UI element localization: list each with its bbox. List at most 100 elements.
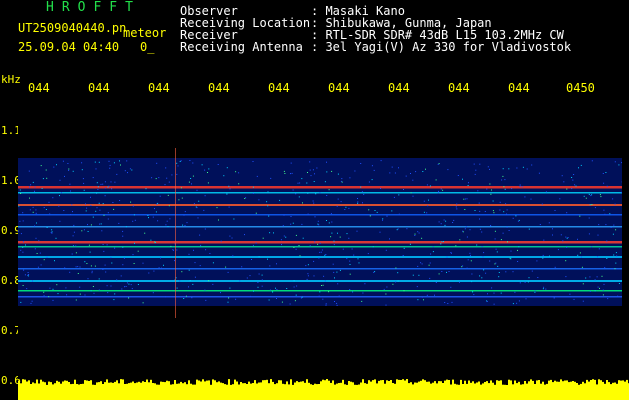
signal-level-spike — [58, 381, 60, 387]
noise-speck — [105, 271, 107, 273]
noise-speck — [314, 216, 316, 218]
noise-speck — [192, 283, 194, 285]
noise-speck — [19, 189, 21, 191]
noise-speck — [309, 169, 311, 171]
signal-level-spike — [480, 384, 482, 387]
noise-speck — [98, 161, 100, 163]
noise-speck — [189, 280, 191, 281]
signal-level-spike — [518, 381, 520, 387]
signal-level-spike — [620, 380, 622, 387]
signal-level-spike — [556, 381, 558, 387]
noise-speck — [346, 258, 348, 260]
signal-level-spike — [462, 384, 464, 387]
noise-speck — [45, 209, 47, 210]
signal-level-spike — [132, 381, 134, 387]
signal-level-spike — [150, 379, 152, 387]
noise-speck — [614, 203, 616, 205]
noise-speck — [457, 175, 459, 176]
noise-speck — [410, 173, 411, 174]
noise-speck — [421, 296, 423, 298]
noise-speck — [309, 245, 311, 247]
noise-speck — [110, 285, 112, 287]
noise-speck — [456, 208, 458, 210]
signal-level-spike — [572, 381, 574, 387]
signal-level-spike — [520, 384, 522, 387]
signal-level-spike — [384, 383, 386, 387]
signal-level-spike — [314, 383, 316, 387]
noise-speck — [363, 193, 365, 195]
noise-speck — [198, 200, 200, 202]
noise-speck — [92, 177, 94, 179]
noise-speck — [566, 237, 568, 239]
noise-speck — [450, 252, 452, 254]
noise-speck — [37, 266, 39, 268]
noise-speck — [283, 235, 285, 237]
signal-level-spike — [570, 381, 572, 387]
signal-level-spike — [434, 381, 436, 387]
noise-speck — [417, 231, 419, 233]
noise-speck — [137, 250, 139, 252]
noise-speck — [317, 243, 319, 245]
signal-level-spike — [492, 382, 494, 387]
noise-speck — [372, 246, 374, 248]
noise-speck — [466, 267, 468, 269]
signal-level-spike — [78, 384, 80, 387]
noise-speck — [90, 265, 92, 267]
noise-speck — [334, 301, 335, 302]
noise-speck — [180, 160, 182, 162]
noise-speck — [601, 275, 603, 277]
noise-speck — [606, 258, 608, 259]
noise-speck — [34, 248, 36, 250]
noise-speck — [118, 222, 120, 224]
noise-speck — [199, 234, 201, 236]
signal-level-spike — [232, 384, 234, 387]
noise-speck — [28, 170, 30, 172]
noise-speck — [306, 182, 308, 184]
noise-speck — [296, 285, 298, 287]
noise-speck — [437, 163, 439, 165]
noise-speck — [249, 295, 251, 297]
noise-speck — [371, 179, 373, 181]
noise-speck — [90, 205, 92, 206]
noise-speck — [415, 171, 417, 173]
noise-speck — [391, 210, 393, 212]
noise-speck — [385, 304, 387, 306]
signal-level-spike — [236, 381, 238, 387]
signal-level-spike — [230, 384, 232, 387]
noise-speck — [64, 267, 66, 269]
noise-speck — [176, 287, 178, 289]
noise-speck — [599, 194, 601, 196]
noise-speck — [183, 214, 185, 216]
signal-level-spike — [464, 380, 466, 387]
noise-speck — [440, 243, 442, 245]
noise-speck — [612, 233, 614, 235]
signal-level-spike — [100, 381, 102, 387]
noise-speck — [176, 162, 178, 164]
signal-level-spike — [158, 384, 160, 387]
noise-speck — [276, 263, 277, 265]
noise-speck — [380, 160, 382, 162]
noise-speck — [307, 264, 309, 266]
noise-speck — [597, 286, 599, 288]
noise-speck — [153, 270, 155, 272]
noise-speck — [557, 249, 559, 251]
noise-speck — [106, 285, 108, 287]
signal-level-spike — [134, 383, 136, 387]
noise-speck — [84, 294, 86, 296]
noise-speck — [588, 233, 590, 235]
signal-level-spike — [204, 381, 206, 387]
noise-speck — [279, 199, 281, 201]
noise-speck — [489, 260, 491, 262]
noise-speck — [83, 182, 85, 184]
noise-speck — [618, 283, 620, 284]
noise-speck — [217, 164, 219, 165]
noise-speck — [203, 209, 205, 211]
noise-speck — [603, 182, 605, 184]
noise-speck — [258, 256, 260, 258]
noise-speck — [427, 205, 429, 207]
noise-speck — [571, 177, 573, 178]
noise-speck — [27, 275, 29, 277]
noise-speck — [23, 241, 24, 243]
signal-level-spike — [30, 384, 32, 387]
noise-speck — [510, 250, 512, 252]
